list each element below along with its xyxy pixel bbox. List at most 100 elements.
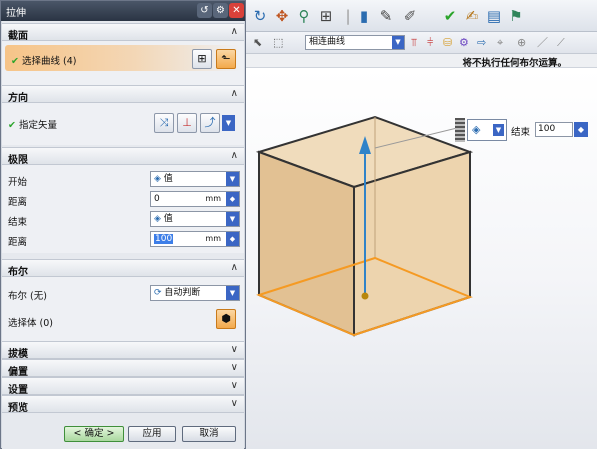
- follow-fillet-icon[interactable]: ⛁: [443, 35, 452, 50]
- chevron-up-icon[interactable]: ∧: [231, 150, 238, 161]
- status-bar: 将不执行任何布尔运算。: [245, 54, 597, 69]
- end-type-select[interactable]: ◈ 值 ▼: [150, 211, 240, 227]
- boolean-body: 布尔 (无) ⟳ 自动判断 ▼ 选择体 (0) ⬢: [2, 277, 244, 341]
- check-mark-icon: ✔: [11, 56, 19, 67]
- chevron-down-icon[interactable]: ∨: [231, 380, 238, 391]
- drag-handle[interactable]: [455, 118, 465, 142]
- value-icon: ◈: [154, 214, 164, 224]
- vector-dialog-button[interactable]: ⊥: [177, 113, 197, 133]
- close-icon[interactable]: ✕: [229, 3, 244, 18]
- select-body-label: 选择体 (0): [8, 318, 53, 329]
- pan-tool-icon[interactable]: ✥: [273, 7, 291, 25]
- end-distance-value[interactable]: 100: [154, 234, 174, 244]
- draft-header[interactable]: 拔模 ∨: [2, 341, 244, 360]
- pen-icon[interactable]: ✎: [377, 7, 395, 25]
- curve-rule-select[interactable]: 相连曲线 ▼: [305, 35, 405, 50]
- dialog-title: 拉伸: [6, 8, 26, 19]
- end-distance-input[interactable]: 100 mm ◆: [150, 231, 240, 247]
- chevron-down-icon[interactable]: ∨: [231, 398, 238, 409]
- chevron-up-icon[interactable]: ∧: [231, 88, 238, 99]
- chevron-down-icon[interactable]: ▼: [222, 115, 235, 131]
- sketch-section-button[interactable]: ⊞: [192, 49, 212, 69]
- end-widget-label: 结束: [511, 127, 531, 138]
- start-distance-unit: mm: [205, 194, 221, 203]
- start-type-select[interactable]: ◈ 值 ▼: [150, 171, 240, 187]
- dialog-titlebar[interactable]: 拉伸 ↺ ⚙ ✕: [1, 1, 245, 21]
- offset-title: 偏置: [8, 367, 28, 378]
- direction-title: 方向: [8, 93, 28, 104]
- stop-at-intersection-icon[interactable]: ⫩: [427, 35, 433, 50]
- section-header[interactable]: 截面 ∧: [2, 23, 244, 42]
- chart-icon[interactable]: ▤: [485, 7, 503, 25]
- spinner-icon[interactable]: ◆: [226, 192, 239, 206]
- status-message: 将不执行任何布尔运算。: [462, 58, 567, 69]
- filter-icon[interactable]: ⬚: [273, 35, 283, 50]
- end-type-value: 值: [163, 214, 173, 224]
- curve-rule-value: 相连曲线: [309, 37, 346, 47]
- start-distance-value[interactable]: 0: [154, 194, 160, 204]
- chevron-down-icon[interactable]: ▼: [226, 212, 239, 226]
- edit-icon[interactable]: ✍: [463, 7, 481, 25]
- chevron-up-icon[interactable]: ∧: [231, 26, 238, 37]
- boolean-label: 布尔 (无): [8, 291, 47, 302]
- draft-title: 拔模: [8, 349, 28, 360]
- orient-view-icon[interactable]: ⊞: [317, 7, 335, 25]
- settings-title: 设置: [8, 385, 28, 396]
- boolean-select[interactable]: ⟳ 自动判断 ▼: [150, 285, 240, 301]
- apply-button[interactable]: 应用: [128, 426, 176, 442]
- curve-section-button[interactable]: ⬑: [216, 49, 236, 69]
- start-label: 开始: [8, 177, 28, 188]
- settings-header[interactable]: 设置 ∨: [2, 377, 244, 396]
- limits-title: 极限: [8, 155, 28, 166]
- settings-icon[interactable]: ⚙: [213, 3, 228, 18]
- vector-type-dropdown[interactable]: ▼: [220, 115, 235, 131]
- check-mark-icon[interactable]: ✔: [441, 7, 459, 25]
- end-distance-widget: ◈ ▼ 结束 100 ◆: [455, 118, 595, 142]
- end-widget-input[interactable]: 100: [535, 122, 573, 137]
- point-snap-icon[interactable]: ⌖: [497, 35, 503, 50]
- arrow-right-icon[interactable]: ⇨: [477, 35, 486, 50]
- limits-header[interactable]: 极限 ∧: [2, 147, 244, 166]
- reverse-direction-button[interactable]: ⤨: [154, 113, 174, 133]
- preview-header[interactable]: 预览 ∨: [2, 395, 244, 414]
- spinner-icon[interactable]: ◆: [574, 122, 588, 137]
- select-body-button[interactable]: ⬢: [216, 309, 236, 329]
- chevron-down-icon[interactable]: ▼: [226, 286, 239, 300]
- section-body: ✔ 选择曲线 (4) ⊞ ⬑: [2, 41, 244, 85]
- chevron-down-icon[interactable]: ▼: [392, 36, 404, 49]
- direction-header[interactable]: 方向 ∧: [2, 85, 244, 104]
- end-label: 结束: [8, 217, 28, 228]
- end-type-select[interactable]: ◈ ▼: [467, 119, 507, 141]
- brush-icon[interactable]: ✐: [401, 7, 419, 25]
- offset-header[interactable]: 偏置 ∨: [2, 359, 244, 378]
- start-type-value: 值: [163, 174, 173, 184]
- zoom-tool-icon[interactable]: ⚲: [295, 7, 313, 25]
- boolean-title: 布尔: [8, 267, 28, 278]
- analysis-icon[interactable]: ⚑: [507, 7, 525, 25]
- spinner-icon[interactable]: ◆: [226, 232, 239, 246]
- cancel-button[interactable]: 取消: [182, 426, 236, 442]
- boolean-header[interactable]: 布尔 ∧: [2, 259, 244, 278]
- reset-icon[interactable]: ↺: [197, 3, 212, 18]
- chevron-down-icon[interactable]: ∨: [231, 344, 238, 355]
- line-snap-icon[interactable]: ／: [537, 35, 548, 50]
- curve-snap-icon[interactable]: ⟋: [557, 35, 565, 50]
- end-point-icon[interactable]: ⊕: [517, 35, 526, 50]
- vector-type-button[interactable]: ⤴: [200, 113, 220, 133]
- ok-button[interactable]: < 确定 >: [64, 426, 124, 442]
- layer-icon[interactable]: ▮: [355, 7, 373, 25]
- auto-infer-icon: ⟳: [154, 288, 165, 298]
- intersect-icon[interactable]: ⫪: [411, 35, 417, 50]
- start-distance-input[interactable]: 0 mm ◆: [150, 191, 240, 207]
- direction-body: ✔ 指定矢量 ⤨ ⊥ ⤴ ▼: [2, 103, 244, 145]
- section-title: 截面: [8, 31, 28, 42]
- chevron-down-icon[interactable]: ▼: [493, 124, 504, 136]
- chevron-down-icon[interactable]: ∨: [231, 362, 238, 373]
- chevron-down-icon[interactable]: ▼: [226, 172, 239, 186]
- boolean-value: 自动判断: [164, 288, 201, 298]
- select-curve-label: 选择曲线 (4): [21, 56, 77, 67]
- tangent-icon[interactable]: ⚙: [459, 35, 469, 50]
- snap-icon[interactable]: ⬉: [253, 35, 262, 50]
- chevron-up-icon[interactable]: ∧: [231, 262, 238, 273]
- rotate-tool-icon[interactable]: ↻: [251, 7, 269, 25]
